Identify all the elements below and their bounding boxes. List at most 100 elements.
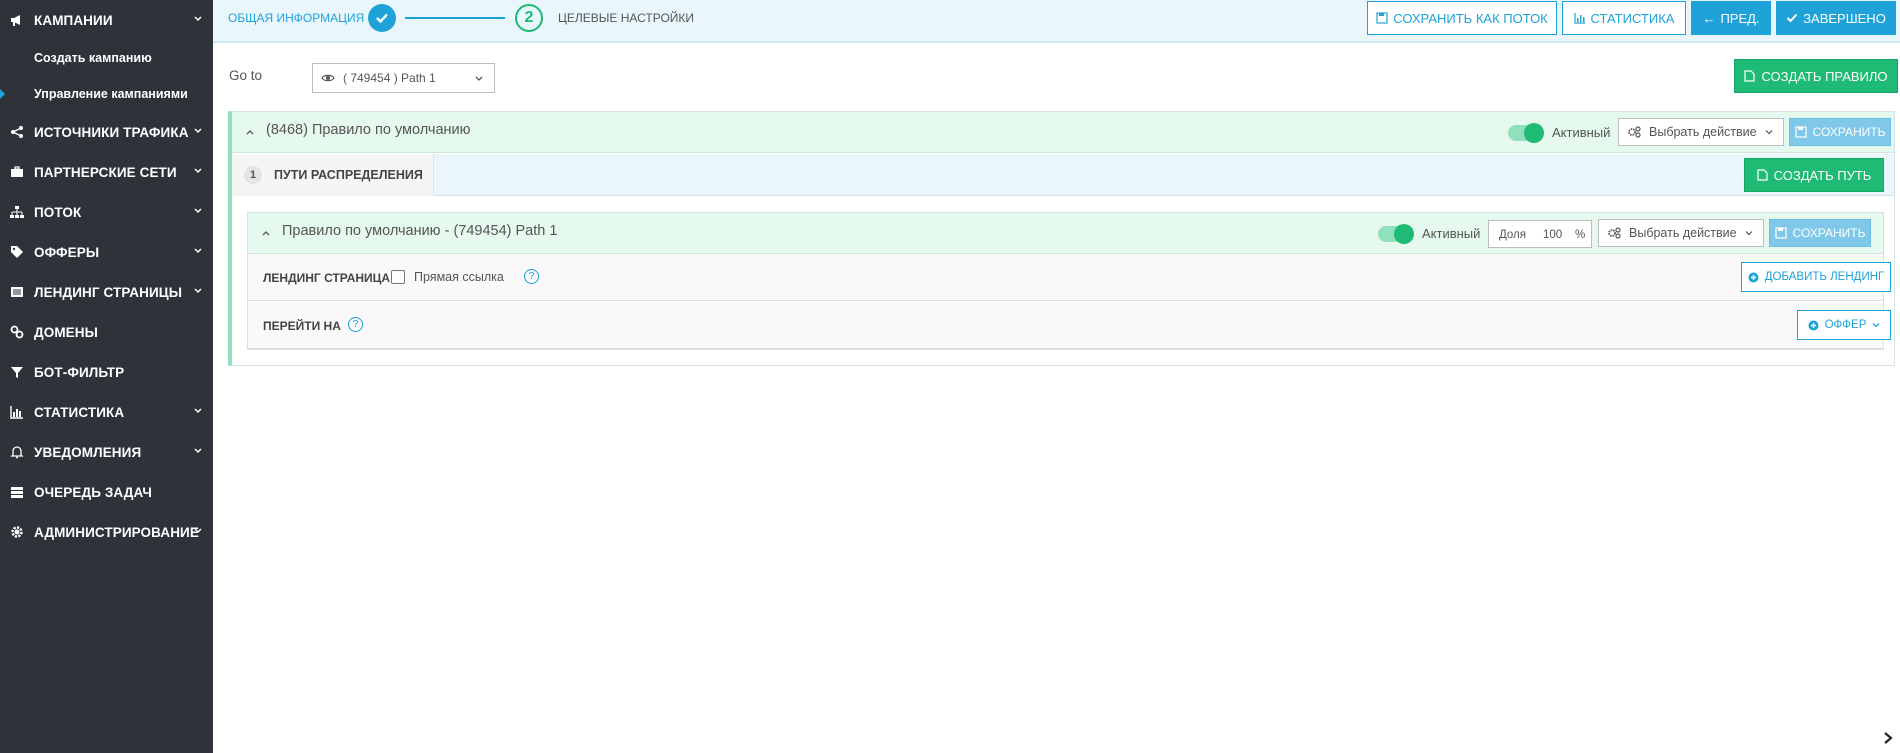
create-rule-label: Создать правило xyxy=(1761,68,1888,84)
server-icon xyxy=(8,483,26,501)
floppy-icon xyxy=(1774,227,1787,239)
chevron-down-icon xyxy=(194,16,202,22)
save-as-flow-label: Сохранить как поток xyxy=(1393,10,1548,26)
check-icon[interactable] xyxy=(368,4,396,32)
path-save-button[interactable]: Сохранить xyxy=(1769,219,1871,247)
share-unit: % xyxy=(1575,229,1586,241)
path-panel: Правило по умолчанию - (749454) Path 1 А… xyxy=(247,212,1891,350)
rule-header[interactable]: (8468) Правило по умолчанию Активный Выб… xyxy=(232,112,1894,153)
wizard-step-2-number[interactable]: 2 xyxy=(515,4,543,32)
wizard-step-1-label[interactable]: Общая информация xyxy=(228,11,364,25)
done-button[interactable]: Завершено xyxy=(1776,1,1896,35)
tags-icon xyxy=(8,243,26,261)
sidebar-subitem-manage-campaigns[interactable]: Управление кампаниями xyxy=(0,76,213,112)
sidebar-item-statistics[interactable]: Статистика xyxy=(0,392,213,432)
chevron-down-icon xyxy=(194,288,202,294)
sidebar-item-label: Источники трафика xyxy=(34,124,189,140)
rule-active-toggle[interactable] xyxy=(1508,123,1544,143)
create-rule-button[interactable]: Создать правило xyxy=(1734,59,1898,93)
add-landing-label: Добавить лендинг xyxy=(1764,271,1885,283)
bar-chart-icon xyxy=(8,403,26,421)
create-path-button[interactable]: Создать путь xyxy=(1744,158,1884,192)
bell-icon xyxy=(8,443,26,461)
sidebar-item-landing-pages[interactable]: Лендинг страницы xyxy=(0,272,213,312)
newspaper-icon xyxy=(8,283,26,301)
sidebar-item-label: Очередь задач xyxy=(34,484,152,500)
sidebar-item-label: Лендинг страницы xyxy=(34,284,183,300)
done-label: Завершено xyxy=(1803,10,1886,26)
wizard-step-2-label[interactable]: Целевые настройки xyxy=(558,11,694,25)
tab-distribution-paths[interactable]: 1 Пути распределения xyxy=(232,154,434,196)
sitemap-icon xyxy=(8,203,26,221)
chevron-down-icon xyxy=(194,408,202,414)
create-path-label: Создать путь xyxy=(1773,167,1872,183)
chevron-up-icon[interactable] xyxy=(262,229,270,237)
sidebar-item-traffic-sources[interactable]: Источники трафика xyxy=(0,112,213,152)
goto-row: Перейти на ? Оффер xyxy=(248,302,1891,349)
sidebar-item-bot-filter[interactable]: Бот-фильтр xyxy=(0,352,213,392)
sidebar-subitem-create-campaign[interactable]: Создать кампанию xyxy=(0,40,213,76)
tab-number: 1 xyxy=(244,166,262,184)
add-landing-button[interactable]: Добавить лендинг xyxy=(1741,262,1891,292)
chevron-down-icon xyxy=(1745,231,1753,236)
sidebar: Кампании Создать кампанию Управление кам… xyxy=(0,0,213,753)
share-label: Доля xyxy=(1499,229,1526,241)
chevron-right-icon[interactable] xyxy=(1882,731,1894,745)
chevron-down-icon xyxy=(194,128,202,134)
path-header[interactable]: Правило по умолчанию - (749454) Path 1 А… xyxy=(248,213,1883,254)
path-active-label: Активный xyxy=(1422,226,1481,241)
gear-icon xyxy=(8,523,26,541)
sidebar-item-administration[interactable]: Администрирование xyxy=(0,512,213,552)
sidebar-item-affiliate-networks[interactable]: Партнерские сети xyxy=(0,152,213,192)
offer-dropdown-button[interactable]: Оффер xyxy=(1797,310,1891,340)
sidebar-item-campaigns[interactable]: Кампании xyxy=(0,0,213,40)
statistics-button[interactable]: Статистика xyxy=(1562,1,1686,35)
prev-button[interactable]: ← Пред. xyxy=(1691,1,1771,35)
path-title: Правило по умолчанию - (749454) Path 1 xyxy=(282,223,558,239)
distribution-tabs: 1 Пути распределения Создать путь xyxy=(232,154,1894,196)
chevron-up-icon[interactable] xyxy=(246,128,254,136)
sidebar-item-label: Кампании xyxy=(34,12,113,28)
goto-select[interactable]: ( 749454 ) Path 1 xyxy=(312,63,495,93)
path-save-label: Сохранить xyxy=(1792,226,1866,240)
sidebar-subitem-label: Создать кампанию xyxy=(34,51,152,65)
landing-row: Лендинг страница Прямая ссылка ? Добавит… xyxy=(248,254,1891,301)
statistics-label: Статистика xyxy=(1590,10,1675,26)
rule-action-select[interactable]: Выбрать действие xyxy=(1618,118,1784,146)
path-action-select[interactable]: Выбрать действие xyxy=(1598,219,1764,247)
rule-title: (8468) Правило по умолчанию xyxy=(266,122,471,138)
sidebar-item-label: Партнерские сети xyxy=(34,164,177,180)
save-as-flow-button[interactable]: Сохранить как поток xyxy=(1367,1,1557,35)
direct-link-checkbox[interactable] xyxy=(391,270,405,284)
path-share-field[interactable]: Доля 100 % xyxy=(1488,220,1592,248)
sidebar-item-notifications[interactable]: Уведомления xyxy=(0,432,213,472)
share-value[interactable]: 100 xyxy=(1543,229,1562,241)
check-icon xyxy=(1786,13,1798,23)
plus-circle-icon xyxy=(1748,272,1759,282)
help-icon[interactable]: ? xyxy=(524,269,539,284)
sidebar-item-domains[interactable]: Домены xyxy=(0,312,213,352)
cogs-icon xyxy=(1608,227,1621,239)
sidebar-subitem-label: Управление кампаниями xyxy=(34,87,188,101)
sidebar-item-label: Уведомления xyxy=(34,444,142,460)
sidebar-item-label: Поток xyxy=(34,204,82,220)
direct-link-label[interactable]: Прямая ссылка xyxy=(414,270,504,284)
rule-save-button[interactable]: Сохранить xyxy=(1789,118,1891,146)
sidebar-item-task-queue[interactable]: Очередь задач xyxy=(0,472,213,512)
file-icon xyxy=(1757,169,1768,181)
tab-label: Пути распределения xyxy=(274,168,423,182)
sidebar-item-offers[interactable]: Офферы xyxy=(0,232,213,272)
sidebar-item-flow[interactable]: Поток xyxy=(0,192,213,232)
wizard-topbar: Общая информация 2 Целевые настройки Сох… xyxy=(213,0,1900,43)
help-icon[interactable]: ? xyxy=(348,317,363,332)
chevron-down-icon xyxy=(475,76,483,81)
prev-label: Пред. xyxy=(1720,10,1760,26)
floppy-icon xyxy=(1794,126,1807,138)
sidebar-item-label: Домены xyxy=(34,324,98,340)
share-icon xyxy=(8,123,26,141)
sidebar-item-label: Статистика xyxy=(34,404,125,420)
goto-label: Go to xyxy=(229,68,263,83)
path-active-toggle[interactable] xyxy=(1378,224,1414,244)
sidebar-item-label: Офферы xyxy=(34,244,100,260)
megaphone-icon xyxy=(8,11,26,29)
